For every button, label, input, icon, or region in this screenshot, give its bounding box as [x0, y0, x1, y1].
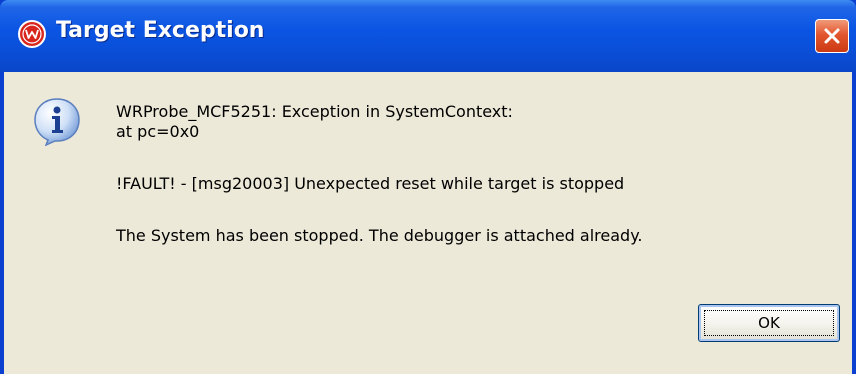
- message-line-2: at pc=0x0: [116, 122, 200, 141]
- windriver-logo-icon: [18, 20, 46, 48]
- fault-message: !FAULT! - [msg20003] Unexpected reset wh…: [116, 174, 625, 193]
- message-line-1: WRProbe_MCF5251: Exception in SystemCont…: [116, 102, 513, 121]
- dialog-body: WRProbe_MCF5251: Exception in SystemCont…: [4, 72, 852, 374]
- ok-button[interactable]: OK: [698, 304, 840, 342]
- close-button[interactable]: [815, 19, 849, 53]
- info-icon: [32, 96, 82, 147]
- ok-button-label: OK: [704, 310, 834, 336]
- title-bar[interactable]: Target Exception: [0, 0, 856, 72]
- dialog-window: Target Exception WRProbe_MCF5251: Except…: [0, 0, 856, 374]
- status-message: The System has been stopped. The debugge…: [116, 226, 643, 245]
- window-title: Target Exception: [56, 18, 265, 43]
- close-icon: [824, 28, 840, 44]
